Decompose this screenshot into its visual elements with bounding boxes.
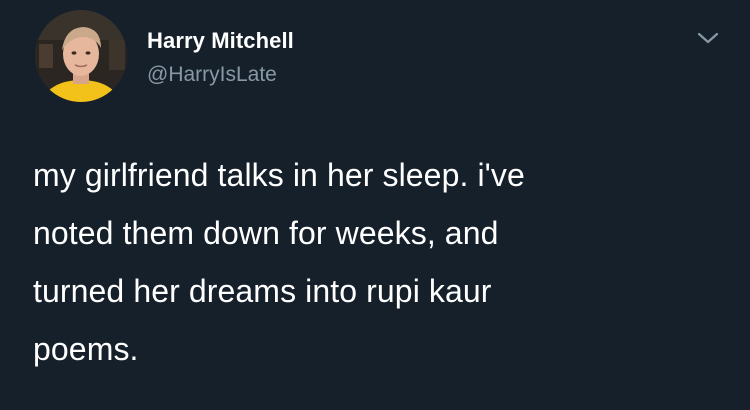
tweet-card: Harry Mitchell @HarryIsLate my girlfrien… (0, 0, 750, 410)
author-display-name[interactable]: Harry Mitchell (147, 27, 294, 55)
tweet-text: my girlfriend talks in her sleep. i've n… (33, 157, 525, 367)
chevron-down-icon[interactable] (694, 26, 722, 50)
avatar[interactable] (35, 10, 127, 102)
avatar-photo (35, 10, 127, 102)
author-handle[interactable]: @HarryIsLate (147, 61, 294, 89)
author-block: Harry Mitchell @HarryIsLate (147, 27, 294, 89)
